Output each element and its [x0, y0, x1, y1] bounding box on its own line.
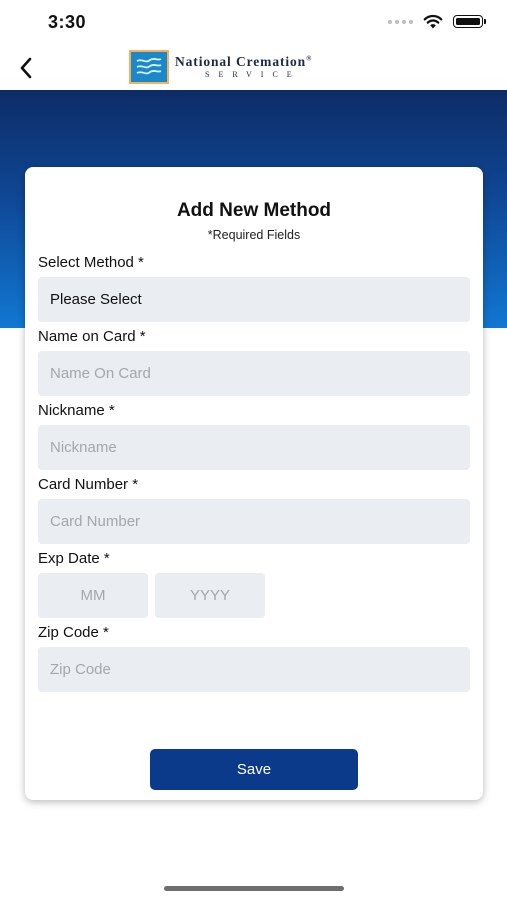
nickname-label: Nickname *: [38, 402, 115, 419]
exp-date-label: Exp Date *: [38, 550, 110, 567]
nickname-input[interactable]: Nickname: [38, 425, 470, 470]
zip-code-input[interactable]: Zip Code: [38, 647, 470, 692]
zip-code-placeholder: Zip Code: [50, 661, 111, 678]
exp-year-input[interactable]: YYYY: [155, 573, 265, 618]
nickname-placeholder: Nickname: [50, 439, 117, 456]
zip-code-label: Zip Code *: [38, 624, 109, 641]
status-icons: [388, 14, 486, 29]
brand-logo: National Cremation® SERVICE: [129, 50, 312, 84]
exp-month-placeholder: MM: [80, 587, 106, 604]
exp-month-input[interactable]: MM: [38, 573, 148, 618]
required-fields-note: *Required Fields: [207, 228, 301, 242]
logo-subtitle: SERVICE: [205, 70, 301, 80]
save-button[interactable]: Save: [150, 749, 358, 790]
home-indicator[interactable]: [164, 886, 344, 891]
select-method-dropdown[interactable]: Please Select: [38, 277, 470, 322]
wifi-icon: [423, 14, 443, 29]
form-title: Add New Method: [176, 200, 332, 221]
exp-year-placeholder: YYYY: [189, 587, 231, 604]
battery-icon: [453, 15, 486, 28]
name-on-card-placeholder: Name On Card: [50, 365, 151, 382]
card-number-input[interactable]: Card Number: [38, 499, 470, 544]
add-method-card: Add New Method *Required Fields Select M…: [25, 167, 483, 800]
chevron-left-icon: [20, 57, 32, 79]
logo-text: National Cremation® SERVICE: [175, 55, 312, 80]
logo-mark-icon: [129, 50, 169, 84]
navigation-bar: National Cremation® SERVICE: [0, 46, 507, 90]
card-number-placeholder: Card Number: [50, 513, 141, 530]
name-on-card-input[interactable]: Name On Card: [38, 351, 470, 396]
back-button[interactable]: [12, 54, 40, 82]
status-time: 3:30: [48, 12, 87, 32]
status-bar: 3:30: [0, 0, 507, 46]
name-on-card-label: Name on Card *: [38, 328, 146, 345]
card-number-label: Card Number *: [38, 476, 139, 493]
select-method-value: Please Select: [50, 291, 142, 308]
logo-name: National Cremation®: [175, 53, 313, 69]
select-method-label: Select Method *: [38, 254, 144, 271]
cellular-signal-icon: [388, 19, 413, 24]
